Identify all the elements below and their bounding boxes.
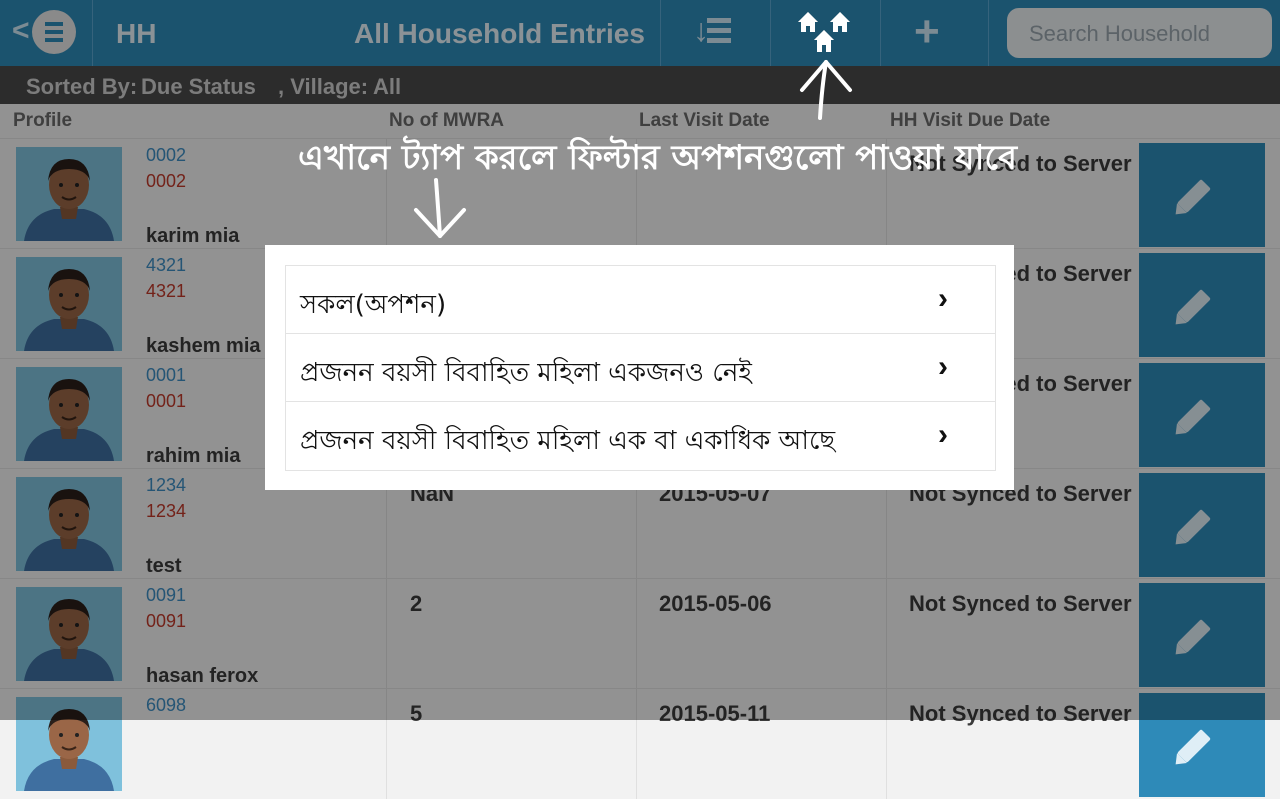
filter-option-label: প্রজনন বয়সী বিবাহিত মহিলা একজনও নেই bbox=[300, 358, 752, 388]
filter-option-list: সকল(অপশন) › প্রজনন বয়সী বিবাহিত মহিলা এ… bbox=[285, 265, 996, 471]
chevron-right-icon: › bbox=[938, 350, 948, 383]
filter-option-one-or-more[interactable]: প্রজনন বয়সী বিবাহিত মহিলা এক বা একাধিক … bbox=[286, 402, 995, 469]
chevron-right-icon: › bbox=[938, 282, 948, 315]
filter-option-label: সকল(অপশন) bbox=[300, 290, 447, 320]
filter-dialog: সকল(অপশন) › প্রজনন বয়সী বিবাহিত মহিলা এ… bbox=[265, 245, 1014, 490]
annotation-text: এখানে ট্যাপ করলে ফিল্টার অপশনগুলো পাওয়া… bbox=[298, 138, 1018, 178]
household-filter-icon-highlight[interactable] bbox=[796, 10, 852, 54]
filter-option-label: প্রজনন বয়সী বিবাহিত মহিলা এক বা একাধিক … bbox=[300, 426, 836, 456]
houses-icon bbox=[798, 12, 850, 52]
annotation-arrow-up-icon bbox=[800, 60, 852, 120]
chevron-right-icon: › bbox=[938, 418, 948, 451]
pencil-icon bbox=[1177, 729, 1211, 763]
filter-option-all[interactable]: সকল(অপশন) › bbox=[286, 266, 995, 334]
filter-option-none[interactable]: প্রজনন বয়সী বিবাহিত মহিলা একজনও নেই › bbox=[286, 334, 995, 402]
